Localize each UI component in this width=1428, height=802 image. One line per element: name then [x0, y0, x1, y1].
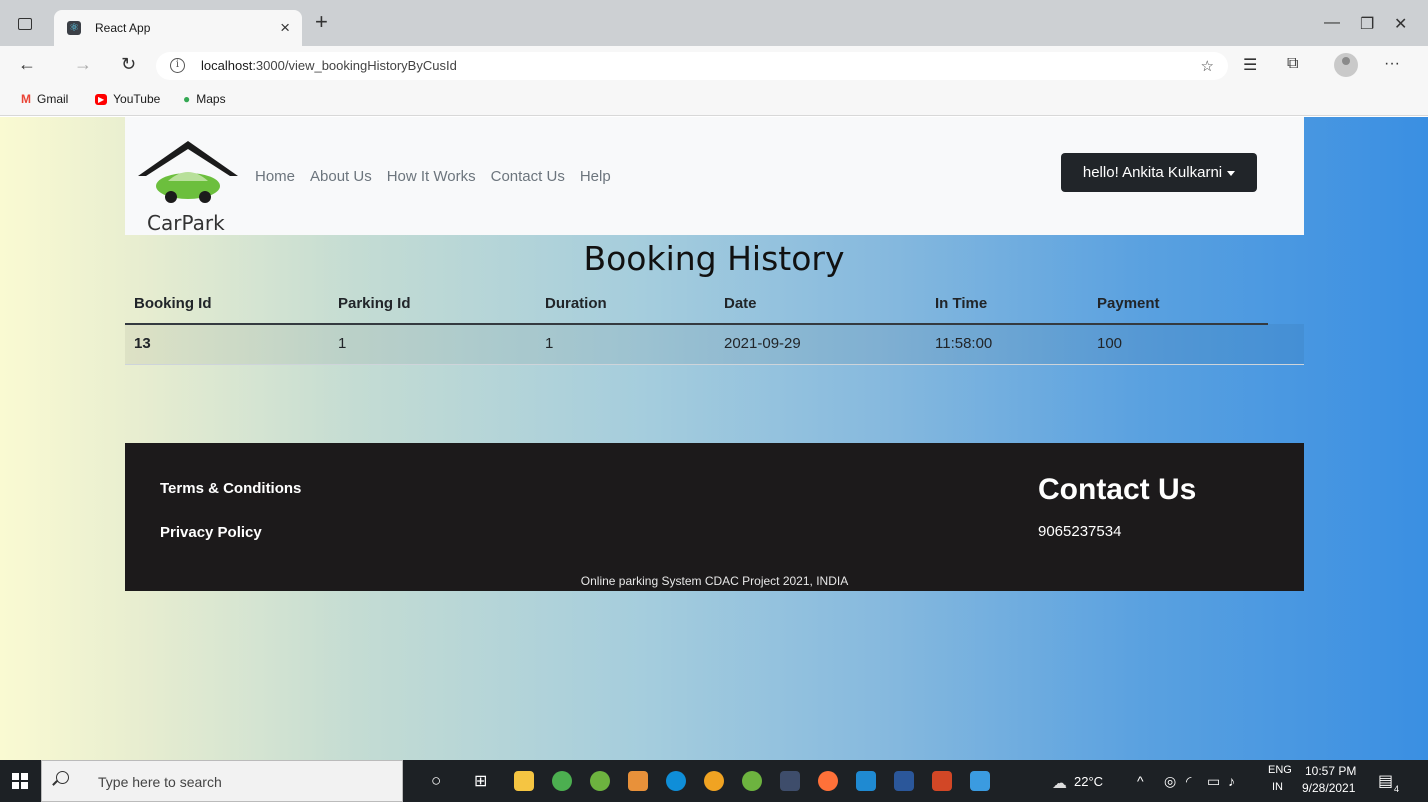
collections-icon[interactable]: ⧉ — [1287, 55, 1298, 73]
url-text[interactable]: localhost:3000/view_bookingHistoryByCusI… — [201, 58, 457, 73]
terms-link[interactable]: Terms & Conditions — [160, 480, 301, 497]
app-settings-icon[interactable] — [628, 771, 648, 791]
bookmark-youtube[interactable]: ▶ YouTube — [95, 92, 160, 106]
column-header: Payment — [1097, 295, 1160, 312]
file-explorer-icon[interactable] — [514, 771, 534, 791]
column-header: In Time — [935, 295, 988, 312]
add-favorite-icon[interactable]: ☆ — [1201, 57, 1214, 75]
task-view-icon[interactable]: ⊞ — [474, 771, 487, 791]
column-header: Booking Id — [134, 295, 212, 312]
profile-avatar-icon[interactable] — [1334, 53, 1358, 77]
date-cell: 2021-09-29 — [724, 335, 801, 353]
parking-id-cell: 1 — [338, 335, 347, 353]
minimize-icon[interactable]: — — [1324, 14, 1340, 32]
page-title: Booking History — [583, 239, 845, 278]
meet-now-icon[interactable]: ◎ — [1164, 773, 1176, 790]
nav-links: Home About Us How It Works Contact Us He… — [255, 168, 611, 185]
notification-icon[interactable]: ▤ — [1378, 771, 1393, 791]
footer-phone: 9065237534 — [1038, 523, 1122, 540]
restore-icon[interactable]: ❐ — [1360, 14, 1374, 34]
windows-taskbar: Type here to search ○ ⊞ ☁ 22°C ^ ◎ ◜ ▭ ♪… — [0, 760, 1428, 802]
page-viewport: CarPark Home About Us How It Works Conta… — [0, 117, 1428, 760]
volume-icon[interactable]: ♪ — [1228, 773, 1235, 789]
table-header-row: Booking Id Parking Id Duration Date In T… — [125, 283, 1304, 324]
refresh-icon[interactable]: ↻ — [121, 54, 136, 75]
search-icon — [56, 771, 69, 784]
language-label[interactable]: ENG — [1268, 764, 1292, 776]
tab-actions-icon[interactable] — [18, 18, 32, 30]
browser-tab-bar: ⚛ React App × + — ❐ ✕ — [0, 0, 1428, 46]
taskbar-search-placeholder: Type here to search — [98, 774, 222, 790]
logo-text: CarPark — [147, 211, 225, 235]
carpark-logo[interactable]: CarPark — [138, 131, 238, 235]
car-roof-icon — [138, 141, 238, 203]
notification-count: 4 — [1394, 784, 1400, 794]
region-label[interactable]: IN — [1272, 781, 1283, 793]
site-navbar: CarPark Home About Us How It Works Conta… — [125, 117, 1304, 235]
bookmark-maps[interactable]: ● Maps — [183, 92, 226, 106]
taskbar-search-box[interactable]: Type here to search — [41, 760, 403, 802]
site-info-icon[interactable]: i — [170, 58, 185, 73]
tab-title: React App — [95, 21, 151, 35]
user-menu-button[interactable]: hello! Ankita Kulkarni — [1061, 153, 1257, 192]
favorites-icon[interactable]: ☰ — [1243, 55, 1257, 75]
site-footer: Terms & Conditions Privacy Policy Contac… — [125, 443, 1304, 591]
column-header: Parking Id — [338, 295, 411, 312]
nav-link-contact[interactable]: Contact Us — [491, 168, 565, 185]
caret-down-icon — [1227, 170, 1236, 176]
youtube-icon: ▶ — [95, 93, 108, 105]
nav-link-help[interactable]: Help — [580, 168, 611, 185]
in-time-cell: 11:58:00 — [935, 335, 993, 353]
forward-icon[interactable]: → — [74, 54, 92, 75]
bookmark-gmail[interactable]: M Gmail — [21, 92, 68, 106]
chrome-canary-icon[interactable] — [704, 771, 724, 791]
table-header-divider — [125, 323, 1268, 325]
photos-icon[interactable] — [970, 771, 990, 791]
weather-temperature[interactable]: 22°C — [1074, 774, 1103, 789]
react-favicon-icon: ⚛ — [67, 21, 81, 35]
footer-contact-title: Contact Us — [1038, 473, 1197, 506]
footer-copyright: Online parking System CDAC Project 2021,… — [580, 574, 849, 588]
firefox-icon[interactable] — [818, 771, 838, 791]
wifi-icon[interactable]: ◜ — [1186, 773, 1191, 790]
browser-tab[interactable]: ⚛ React App × — [54, 10, 302, 46]
privacy-link[interactable]: Privacy Policy — [160, 524, 262, 541]
bookmarks-bar: M Gmail ▶ YouTube ● Maps — [0, 86, 1428, 116]
column-header: Duration — [545, 295, 607, 312]
chevron-up-icon[interactable]: ^ — [1137, 773, 1144, 789]
back-icon[interactable]: ← — [18, 54, 36, 75]
clock-time[interactable]: 10:57 PM — [1305, 764, 1356, 778]
spring-boot-icon[interactable] — [742, 771, 762, 791]
table-row: 13 1 1 2021-09-29 11:58:00 100 — [125, 324, 1304, 364]
browser-toolbar: ← → ↻ i localhost:3000/view_bookingHisto… — [0, 46, 1428, 86]
powerpoint-icon[interactable] — [932, 771, 952, 791]
maps-icon: ● — [183, 92, 191, 106]
vscode-icon[interactable] — [856, 771, 876, 791]
nav-link-home[interactable]: Home — [255, 168, 295, 185]
edge-icon[interactable] — [666, 771, 686, 791]
battery-icon[interactable]: ▭ — [1207, 773, 1220, 790]
mysql-icon[interactable] — [780, 771, 800, 791]
clock-date[interactable]: 9/28/2021 — [1302, 781, 1355, 795]
cortana-icon[interactable]: ○ — [431, 771, 441, 791]
new-tab-icon[interactable]: + — [315, 11, 328, 33]
column-header: Date — [724, 295, 757, 312]
weather-cloud-icon[interactable]: ☁ — [1052, 774, 1067, 792]
tab-close-icon[interactable]: × — [280, 18, 290, 38]
window-close-icon[interactable]: ✕ — [1394, 14, 1407, 34]
nav-link-about[interactable]: About Us — [310, 168, 372, 185]
duration-cell: 1 — [545, 335, 554, 353]
windows-start-icon[interactable] — [12, 773, 28, 789]
gmail-icon: M — [21, 92, 31, 106]
address-bar[interactable]: i localhost:3000/view_bookingHistoryByCu… — [156, 52, 1228, 80]
word-icon[interactable] — [894, 771, 914, 791]
more-options-icon[interactable]: ··· — [1384, 55, 1400, 73]
chrome-icon[interactable] — [552, 771, 572, 791]
booking-id-cell: 13 — [134, 335, 151, 353]
nav-link-how-it-works[interactable]: How It Works — [387, 168, 476, 185]
user-menu-label: hello! Ankita Kulkarni — [1082, 164, 1223, 181]
payment-cell: 100 — [1097, 335, 1123, 353]
spring-tool-icon[interactable] — [590, 771, 610, 791]
